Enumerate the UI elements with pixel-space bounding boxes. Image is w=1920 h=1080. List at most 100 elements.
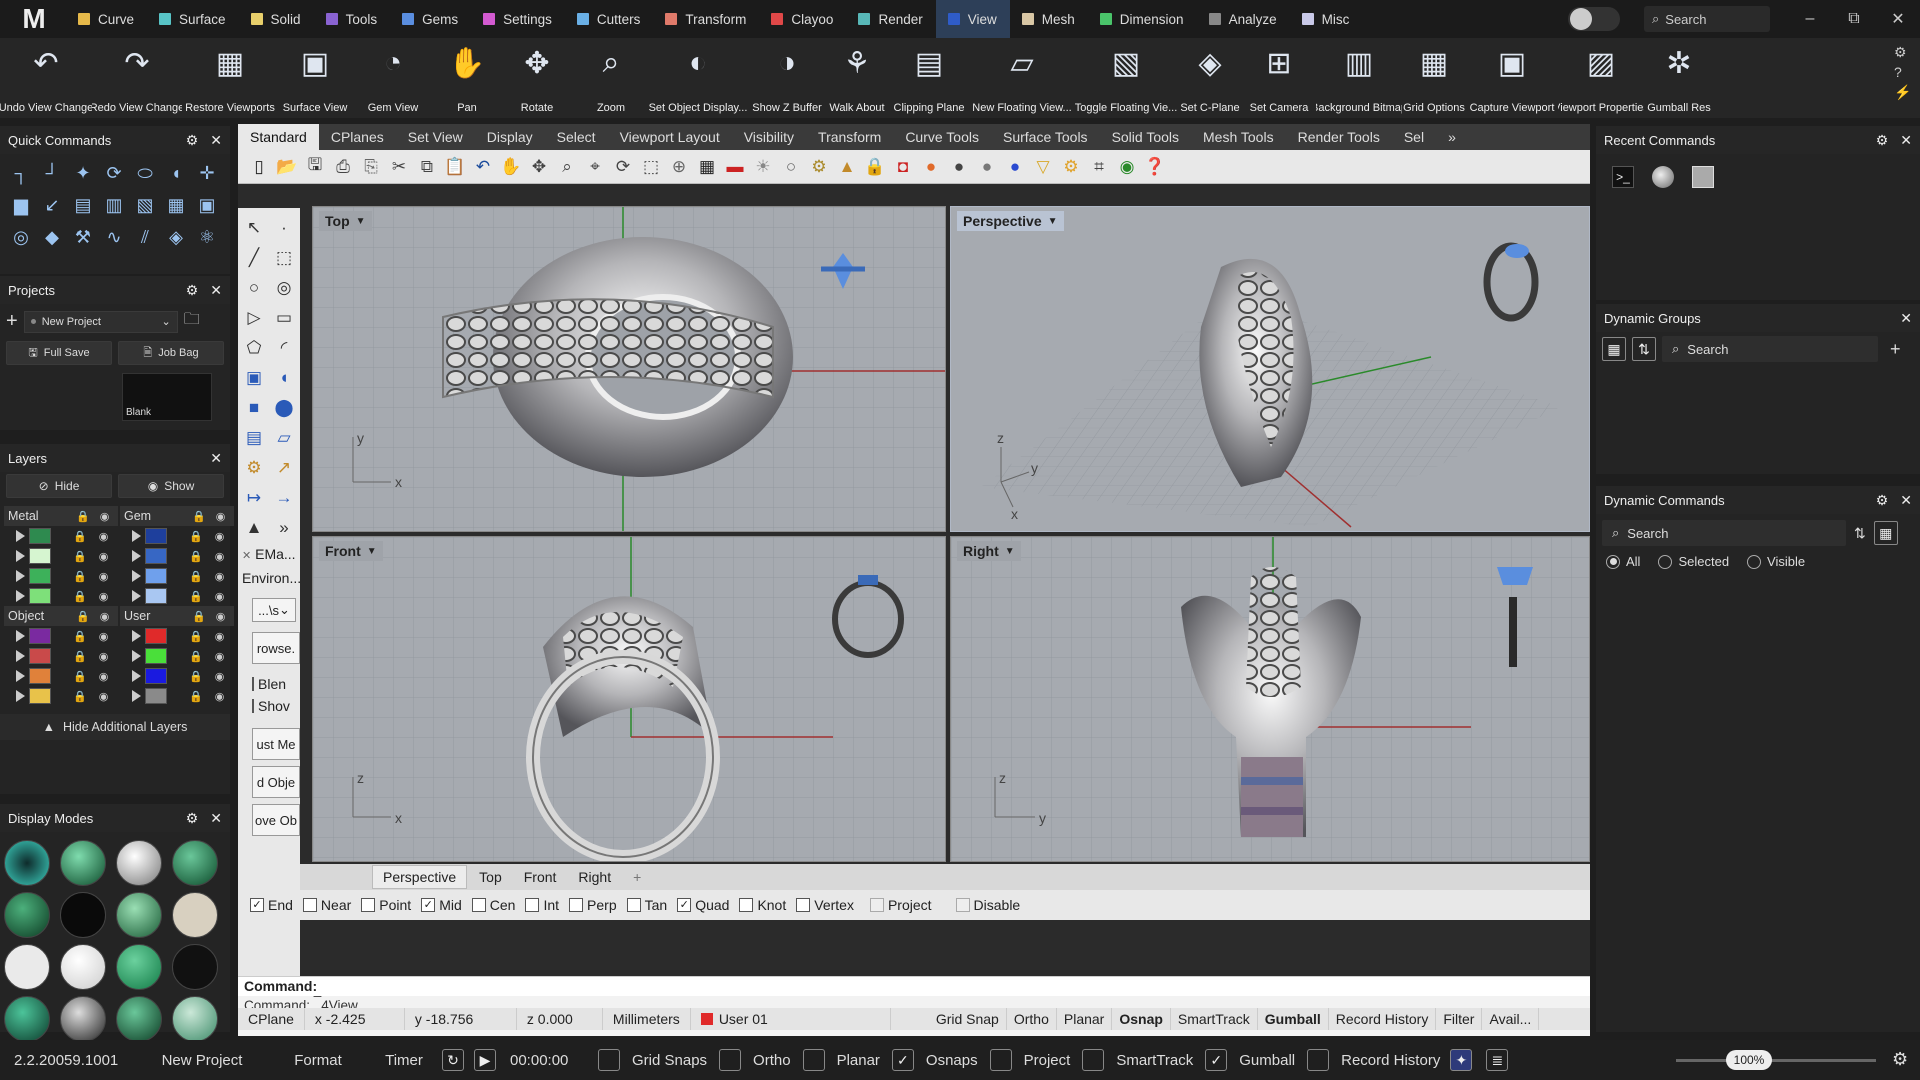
environment-select[interactable]: ...\s ⌄ — [252, 598, 296, 622]
expand-arrow-icon[interactable] — [16, 630, 25, 642]
menu-tab-solid[interactable]: Solid — [239, 0, 314, 38]
format-button[interactable]: Format — [270, 1040, 366, 1080]
eye-icon[interactable]: ◉ — [215, 550, 225, 563]
standard-tool-icon[interactable]: ◘ — [890, 154, 916, 180]
display-mode-thumbnail[interactable] — [4, 944, 50, 990]
add-objects-button[interactable]: d Obje — [252, 766, 300, 798]
drawing-tool-icon[interactable]: ▷ — [240, 304, 268, 332]
project-thumbnail[interactable]: Blank — [122, 373, 212, 421]
eye-icon[interactable]: ◉ — [100, 510, 110, 523]
lock-icon[interactable]: 🔒 — [189, 690, 203, 703]
restore-button[interactable]: ⧉ — [1832, 10, 1876, 28]
drawing-tool-icon[interactable]: ◖ — [270, 364, 298, 392]
viewport-tab-front[interactable]: Front — [514, 865, 567, 889]
status-grid-snap[interactable]: Grid Snap — [929, 1008, 1007, 1030]
standard-tool-icon[interactable]: ● — [946, 154, 972, 180]
expand-arrow-icon[interactable] — [16, 690, 25, 702]
eye-icon[interactable]: ◉ — [215, 670, 225, 683]
standard-tool-icon[interactable]: ⌕ — [554, 154, 580, 180]
expand-arrow-icon[interactable] — [132, 670, 141, 682]
close-icon[interactable]: ✕ — [210, 810, 222, 827]
top-search-input[interactable]: ⌕ Search — [1644, 6, 1770, 32]
osnap-vertex-checkbox[interactable]: Vertex — [796, 897, 854, 913]
eye-icon[interactable]: ◉ — [99, 690, 109, 703]
layer-color-swatch[interactable] — [29, 668, 51, 684]
viewport-tab-top[interactable]: Top — [469, 865, 512, 889]
render-sphere-icon[interactable] — [1652, 166, 1674, 188]
ribbon-toggle-floating-vie-button[interactable]: ▧ Toggle Floating Vie... — [1074, 38, 1178, 118]
expand-arrow-icon[interactable] — [132, 630, 141, 642]
tab-select[interactable]: Select — [545, 124, 608, 150]
layer-color-swatch[interactable] — [29, 688, 51, 704]
menu-tab-clayoo[interactable]: Clayoo — [759, 0, 846, 38]
show-checkbox[interactable]: Shov — [252, 698, 290, 714]
quick-command-icon[interactable]: ↙ — [39, 192, 65, 218]
tab-viewport-layout[interactable]: Viewport Layout — [608, 124, 732, 150]
display-mode-thumbnail[interactable] — [172, 840, 218, 886]
drawing-tool-icon[interactable]: → — [270, 484, 298, 512]
lock-icon[interactable]: 🔒 — [73, 530, 87, 543]
drawing-tool-icon[interactable]: ↖ — [240, 214, 268, 242]
tab-standard[interactable]: Standard — [238, 124, 319, 150]
standard-tool-icon[interactable]: ⬚ — [638, 154, 664, 180]
menu-tab-misc[interactable]: Misc — [1290, 0, 1363, 38]
tab-sel[interactable]: Sel — [1392, 124, 1436, 150]
cplane-label[interactable]: CPlane — [238, 1008, 305, 1030]
viewport-front[interactable]: z x Front ▼ — [312, 536, 946, 862]
status-gumball[interactable]: Gumball — [1258, 1008, 1329, 1030]
bottom-toggle-smarttrack[interactable]: SmartTrack — [1070, 1040, 1193, 1080]
lock-icon[interactable]: 🔒 — [73, 650, 87, 663]
eye-icon[interactable]: ◉ — [99, 550, 109, 563]
layer-row[interactable]: 🔒 ◉ — [120, 646, 234, 666]
tab-set-view[interactable]: Set View — [396, 124, 475, 150]
osnap-point-checkbox[interactable]: Point — [361, 897, 411, 913]
gear-icon[interactable]: ⚙ — [186, 282, 199, 299]
display-mode-thumbnail[interactable] — [60, 892, 106, 938]
standard-tool-icon[interactable]: ⚙ — [1058, 154, 1084, 180]
layer-color-swatch[interactable] — [29, 648, 51, 664]
lock-icon[interactable]: 🔒 — [189, 570, 203, 583]
dynamic-groups-search[interactable]: ⌕ Search — [1662, 336, 1878, 362]
layer-group-header[interactable]: Metal 🔒 ◉ — [4, 506, 118, 526]
ribbon-zoom-button[interactable]: ⌕ Zoom — [574, 38, 648, 118]
tab-solid-tools[interactable]: Solid Tools — [1100, 124, 1191, 150]
layer-color-swatch[interactable] — [145, 628, 167, 644]
notes-icon[interactable]: ≣ — [1486, 1049, 1509, 1071]
eye-icon[interactable]: ◉ — [99, 650, 109, 663]
drawing-tool-icon[interactable]: ▱ — [270, 424, 298, 452]
lock-icon[interactable]: 🔒 — [189, 630, 203, 643]
lock-icon[interactable]: 🔒 — [189, 530, 203, 543]
quick-command-icon[interactable]: ▦ — [163, 192, 189, 218]
add-project-icon[interactable]: + — [6, 310, 18, 333]
drawing-tool-icon[interactable]: ▤ — [240, 424, 268, 452]
quick-command-icon[interactable]: ┐ — [8, 160, 34, 186]
ribbon-gem-view-button[interactable]: ◔ Gem View — [352, 38, 434, 118]
standard-tool-icon[interactable]: ⊕ — [666, 154, 692, 180]
sort-icon[interactable]: ⇅ — [1854, 525, 1866, 542]
eye-icon[interactable]: ◉ — [215, 630, 225, 643]
lock-icon[interactable]: 🔒 — [76, 610, 90, 623]
standard-tool-icon[interactable]: ▬ — [722, 154, 748, 180]
terminal-icon[interactable]: >_ — [1612, 166, 1634, 188]
close-icon[interactable]: ✕ — [242, 550, 251, 562]
quick-command-icon[interactable]: ◈ — [163, 224, 189, 250]
dynamic-commands-search[interactable]: ⌕ Search — [1602, 520, 1846, 546]
bottom-toggle-ortho[interactable]: Ortho — [707, 1040, 791, 1080]
tab-curve-tools[interactable]: Curve Tools — [893, 124, 991, 150]
lock-icon[interactable]: 🔒 — [189, 650, 203, 663]
blend-checkbox[interactable]: Blen — [252, 676, 286, 692]
standard-tool-icon[interactable]: ✋ — [498, 154, 524, 180]
ribbon-background-bitmap-button[interactable]: ▥ Background Bitmap — [1316, 38, 1402, 118]
close-icon[interactable]: ✕ — [1900, 492, 1912, 509]
menu-tab-cutters[interactable]: Cutters — [565, 0, 654, 38]
status-osnap[interactable]: Osnap — [1112, 1008, 1171, 1030]
drawing-tool-icon[interactable]: ↦ — [240, 484, 268, 512]
menu-tab-mesh[interactable]: Mesh — [1010, 0, 1088, 38]
gear-icon[interactable]: ⚙ — [1876, 492, 1889, 509]
add-icon[interactable]: + — [1890, 339, 1901, 360]
timer-reset-icon[interactable]: ↻ — [442, 1049, 464, 1071]
user-account-toggle[interactable] — [1568, 7, 1620, 31]
display-mode-thumbnail[interactable] — [172, 996, 218, 1042]
quick-command-icon[interactable]: ▧ — [132, 192, 158, 218]
lock-icon[interactable]: 🔒 — [73, 690, 87, 703]
